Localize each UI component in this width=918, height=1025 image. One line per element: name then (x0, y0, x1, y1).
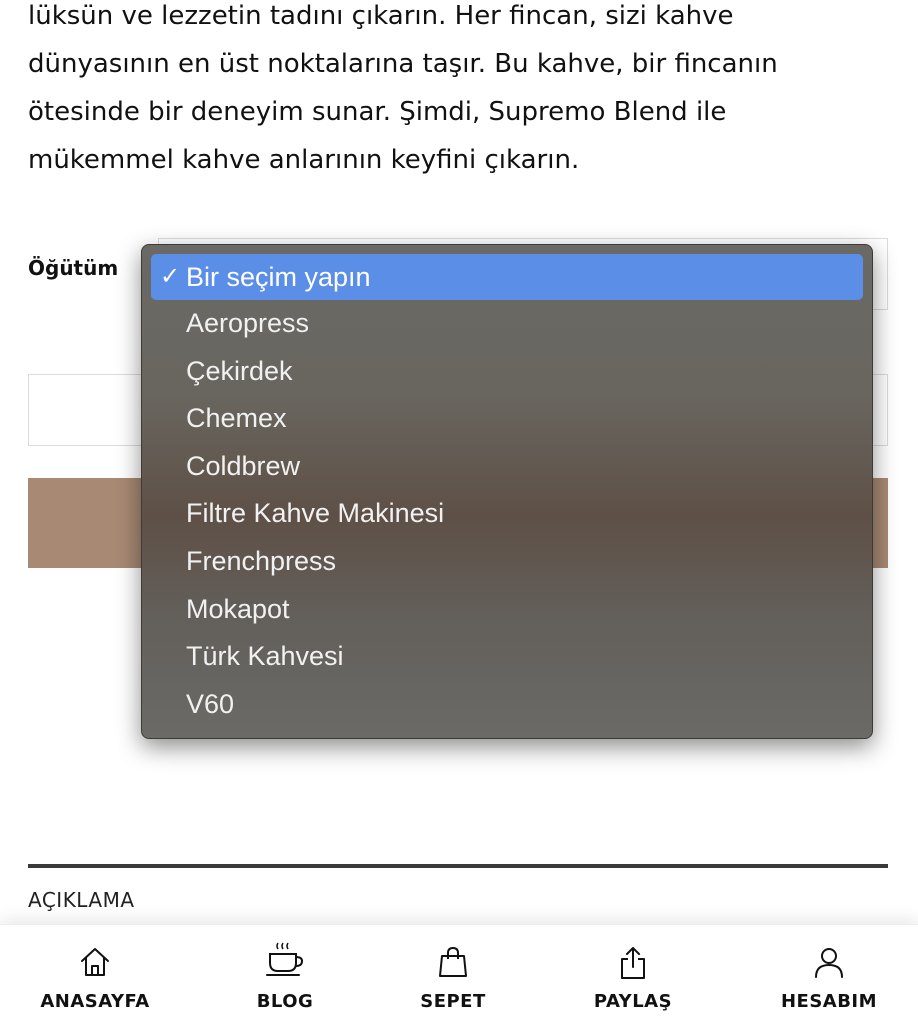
nav-label: BLOG (256, 991, 314, 1012)
dropdown-option[interactable]: Coldbrew (151, 443, 863, 491)
dropdown-option[interactable]: ✓ Bir seçim yapın (151, 254, 863, 300)
option-label: Coldbrew (186, 450, 301, 481)
bottom-navigation: ANASAYFA BLOG SEPET PAYLAŞ HESABIM (0, 924, 918, 1025)
product-description: lüksün ve lezzetin tadını çıkarın. Her f… (28, 0, 898, 184)
nav-label: SEPET (420, 991, 486, 1012)
home-icon (81, 948, 109, 976)
option-label: Bir seçim yapın (186, 262, 371, 292)
tab-description[interactable]: AÇIKLAMA (28, 888, 135, 912)
option-label: Filtre Kahve Makinesi (186, 498, 445, 529)
coffee-cup-icon (266, 942, 304, 976)
tab-divider (28, 864, 888, 868)
dropdown-option[interactable]: Mokapot (151, 586, 863, 634)
dropdown-option[interactable]: Türk Kahvesi (151, 633, 863, 681)
option-label: Mokapot (186, 593, 290, 624)
nav-blog[interactable]: BLOG (200, 925, 370, 1025)
share-icon (621, 947, 645, 979)
nav-account[interactable]: HESABIM (744, 925, 914, 1025)
checkmark-icon: ✓ (160, 263, 181, 290)
shopping-bag-icon (439, 946, 467, 977)
nav-cart[interactable]: SEPET (368, 925, 538, 1025)
description-line: ötesinde bir deneyim sunar. Şimdi, Supre… (28, 97, 727, 127)
option-label: Frenchpress (186, 545, 337, 576)
option-label: V60 (186, 688, 235, 719)
user-icon (815, 948, 843, 978)
description-line: dünyasının en üst noktalarına taşır. Bu … (28, 49, 778, 79)
dropdown-option[interactable]: Çekirdek (151, 348, 863, 396)
description-line: mükemmel kahve anlarının keyfini çıkarın… (28, 145, 580, 175)
option-label: Aeropress (186, 308, 310, 338)
option-label: Türk Kahvesi (186, 641, 344, 672)
dropdown-option[interactable]: Filtre Kahve Makinesi (151, 490, 863, 538)
nav-share[interactable]: PAYLAŞ (548, 925, 718, 1025)
dropdown-option[interactable]: Aeropress (151, 300, 863, 348)
nav-label: ANASAYFA (40, 991, 150, 1012)
nav-home[interactable]: ANASAYFA (10, 925, 180, 1025)
nav-label: PAYLAŞ (593, 991, 673, 1012)
option-label: Chemex (186, 403, 287, 434)
nav-label: HESABIM (780, 991, 878, 1012)
dropdown-option[interactable]: Chemex (151, 395, 863, 443)
grind-dropdown-menu: ✓ Bir seçim yapın Aeropress Çekirdek Che… (141, 244, 873, 739)
dropdown-option[interactable]: V60 (151, 681, 863, 729)
option-label: Çekirdek (186, 355, 293, 386)
grind-label: Öğütüm (28, 256, 119, 280)
description-line: lüksün ve lezzetin tadını çıkarın. Her f… (28, 1, 734, 31)
dropdown-option[interactable]: Frenchpress (151, 538, 863, 586)
